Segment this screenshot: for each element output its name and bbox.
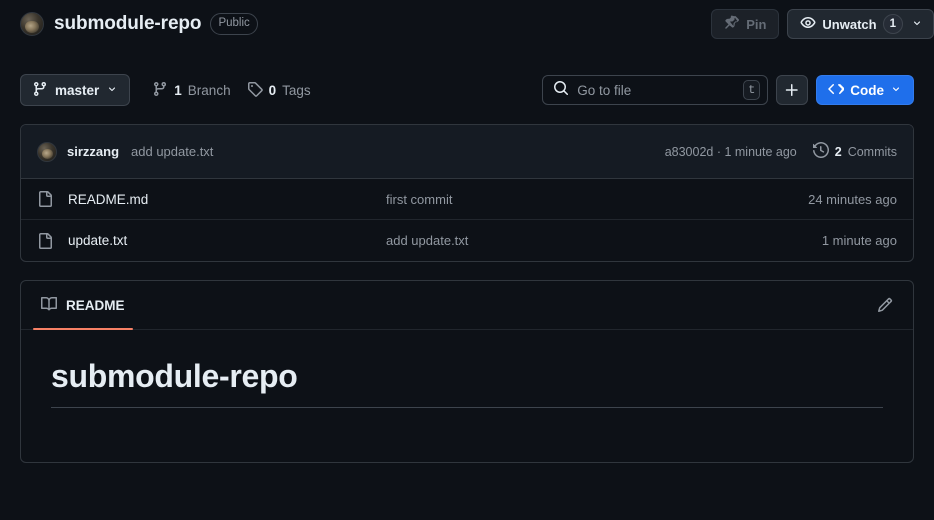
- file-time: 1 minute ago: [821, 233, 897, 248]
- repo-header: submodule-repo Public Pin Unwatch 1: [0, 0, 934, 48]
- file-icon: [37, 232, 53, 249]
- tag-icon: [247, 81, 263, 100]
- search-icon: [553, 80, 569, 101]
- pin-label: Pin: [746, 16, 767, 32]
- header-actions: Pin Unwatch 1: [711, 9, 934, 39]
- latest-commit-bar: sirzzang add update.txt a83002d · 1 minu…: [21, 125, 913, 179]
- commits-count-link[interactable]: 2 Commits: [812, 141, 897, 161]
- code-button[interactable]: Code: [816, 75, 914, 105]
- go-to-file-search[interactable]: t: [542, 75, 769, 105]
- readme-heading: submodule-repo: [51, 356, 883, 408]
- avatar[interactable]: [37, 141, 57, 162]
- branch-icon: [32, 81, 48, 100]
- repo-toolbar: master 1 Branch 0 Tags Go to file t Code: [0, 70, 934, 110]
- refs-stats: 1 Branch 0 Tags: [152, 81, 311, 100]
- unwatch-label: Unwatch: [822, 16, 877, 32]
- owner-avatar[interactable]: [20, 12, 44, 36]
- page-title[interactable]: submodule-repo: [54, 13, 202, 35]
- toolbar-right: t Code: [542, 75, 914, 105]
- tag-count: 0: [268, 82, 277, 98]
- tags-link[interactable]: 0 Tags: [247, 81, 311, 100]
- table-row[interactable]: README.md first commit 24 minutes ago: [21, 179, 913, 220]
- branch-selector[interactable]: master: [20, 74, 131, 106]
- file-table-panel: sirzzang add update.txt a83002d · 1 minu…: [20, 124, 914, 262]
- commit-sha-time[interactable]: a83002d · 1 minute ago: [665, 145, 797, 159]
- readme-body: submodule-repo: [21, 330, 913, 408]
- code-label: Code: [850, 82, 884, 98]
- add-file-button[interactable]: [776, 75, 809, 105]
- file-time: 24 minutes ago: [808, 191, 897, 207]
- file-commit-message[interactable]: first commit: [386, 192, 808, 207]
- unwatch-button[interactable]: Unwatch 1: [787, 9, 934, 39]
- file-name[interactable]: update.txt: [68, 233, 386, 248]
- pencil-icon: [877, 297, 893, 313]
- readme-tabbar: README: [21, 281, 913, 330]
- watch-count-badge: 1: [882, 14, 903, 34]
- search-input[interactable]: [577, 82, 736, 98]
- commit-meta-group: a83002d · 1 minute ago 2 Commits: [665, 141, 897, 161]
- file-icon: [37, 191, 53, 207]
- search-shortcut-badge: t: [743, 80, 761, 100]
- plus-icon: [786, 84, 798, 96]
- table-row[interactable]: update.txt add update.txt 1 minute ago: [21, 220, 913, 261]
- pin-icon: [724, 15, 740, 34]
- eye-icon: [800, 15, 816, 34]
- file-name[interactable]: README.md: [68, 192, 386, 207]
- tag-word: Tags: [282, 82, 311, 98]
- pin-button[interactable]: Pin: [711, 9, 780, 39]
- branches-link[interactable]: 1 Branch: [152, 81, 231, 100]
- branch-word: Branch: [187, 82, 231, 98]
- branch-count: 1: [174, 82, 182, 98]
- commits-word: Commits: [847, 144, 897, 159]
- chevron-down-icon[interactable]: [911, 17, 923, 32]
- commits-count: 2: [834, 144, 842, 159]
- readme-tab-label: README: [66, 297, 125, 313]
- chevron-down-icon: [106, 83, 118, 98]
- branch-name: master: [55, 82, 100, 98]
- commit-author[interactable]: sirzzang: [67, 144, 119, 159]
- history-icon: [812, 141, 829, 161]
- tab-readme[interactable]: README: [33, 281, 133, 330]
- edit-readme-button[interactable]: [871, 292, 899, 318]
- branch-icon: [152, 81, 168, 100]
- book-icon: [41, 296, 58, 315]
- code-brackets-icon: [828, 81, 846, 100]
- readme-panel: README submodule-repo: [20, 280, 914, 463]
- commit-message[interactable]: add update.txt: [131, 144, 213, 159]
- chevron-down-icon: [890, 83, 902, 98]
- file-commit-message[interactable]: add update.txt: [386, 233, 822, 248]
- status-badge: Public: [210, 13, 258, 35]
